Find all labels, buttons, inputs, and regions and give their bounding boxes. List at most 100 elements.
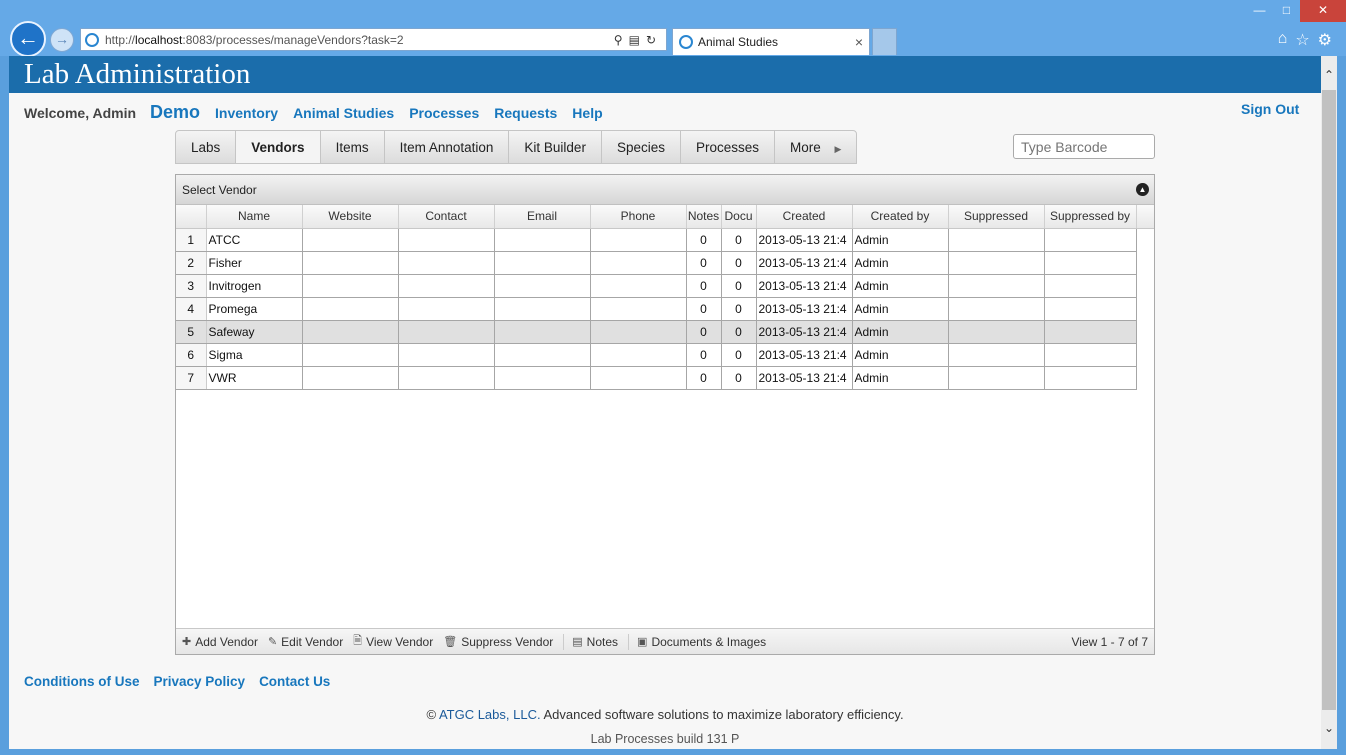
close-tab-icon[interactable]: × — [855, 34, 869, 50]
refresh-icon[interactable]: ↻ — [646, 33, 662, 47]
suppressed-by-cell — [1044, 251, 1137, 275]
footer-contact-link[interactable]: Contact Us — [259, 674, 330, 689]
nav-animal-studies[interactable]: Animal Studies — [293, 105, 394, 121]
docs-count-cell: 0 — [721, 366, 757, 390]
col-name[interactable]: Name — [206, 205, 303, 229]
website-cell — [302, 228, 399, 252]
name-cell: ATCC — [206, 228, 303, 252]
minimize-icon[interactable]: — — [1246, 0, 1273, 22]
favorites-star-icon[interactable]: ☆ — [1295, 30, 1309, 50]
back-button[interactable]: ← — [10, 21, 46, 57]
col-email[interactable]: Email — [494, 205, 591, 229]
suppressed-cell — [948, 366, 1045, 390]
compat-view-icon[interactable]: ▤ — [629, 33, 646, 47]
browser-toolbar-icons: ⌂ ☆ ⚙ — [1278, 30, 1332, 50]
docs-count-cell: 0 — [721, 251, 757, 275]
barcode-input[interactable] — [1013, 134, 1155, 159]
copyright-symbol: © — [426, 707, 437, 722]
brand-demo-link[interactable]: Demo — [150, 102, 200, 123]
notes-button[interactable]: ▤ Notes — [572, 635, 618, 649]
created-by-cell: Admin — [852, 343, 949, 367]
view-vendor-button[interactable]: 🗎 View Vendor — [353, 632, 433, 651]
arrow-right-icon: → — [55, 31, 69, 47]
address-bar[interactable]: http://localhost:8083/processes/manageVe… — [80, 28, 667, 51]
col-phone[interactable]: Phone — [590, 205, 687, 229]
table-row[interactable]: 6 Sigma 0 0 2013-05-13 21:4 Admin — [176, 343, 1154, 367]
suppressed-by-cell — [1044, 274, 1137, 298]
notes-icon: ▤ — [572, 636, 583, 648]
table-row[interactable]: 7 VWR 0 0 2013-05-13 21:4 Admin — [176, 366, 1154, 390]
col-suppressed-by[interactable]: Suppressed by — [1044, 205, 1137, 229]
docs-count-cell: 0 — [721, 343, 757, 367]
search-icon[interactable]: ⚲ — [614, 33, 629, 47]
suppressed-cell — [948, 251, 1045, 275]
footer-conditions-link[interactable]: Conditions of Use — [24, 674, 140, 689]
edit-vendor-button[interactable]: ✎ Edit Vendor — [268, 635, 343, 649]
url-text[interactable]: http://localhost:8083/processes/manageVe… — [105, 33, 614, 47]
tab-kit-builder[interactable]: Kit Builder — [509, 131, 602, 163]
forward-button[interactable]: → — [50, 28, 74, 52]
suppress-vendor-button[interactable]: 🗑 Suppress Vendor — [443, 635, 553, 649]
tab-items[interactable]: Items — [321, 131, 385, 163]
scroll-up-icon[interactable]: ⌃ — [1321, 68, 1337, 82]
table-row[interactable]: 3 Invitrogen 0 0 2013-05-13 21:4 Admin — [176, 274, 1154, 298]
tab-labs[interactable]: Labs — [176, 131, 237, 163]
created-cell: 2013-05-13 21:4 — [756, 228, 853, 252]
close-window-icon[interactable]: ✕ — [1300, 0, 1346, 22]
address-tools[interactable]: ⚲▤↻ — [614, 33, 666, 47]
tab-processes[interactable]: Processes — [681, 131, 775, 163]
row-number-cell: 7 — [176, 366, 207, 390]
table-row[interactable]: 2 Fisher 0 0 2013-05-13 21:4 Admin — [176, 251, 1154, 275]
collapse-toggle-icon[interactable]: ▲ — [1136, 183, 1149, 196]
docs-count-cell: 0 — [721, 274, 757, 298]
add-vendor-button[interactable]: ✚ Add Vendor — [182, 635, 258, 649]
row-number-cell: 2 — [176, 251, 207, 275]
contact-cell — [398, 343, 495, 367]
created-cell: 2013-05-13 21:4 — [756, 251, 853, 275]
nav-processes[interactable]: Processes — [409, 105, 479, 121]
vendor-table: Name Website Contact Email Phone Notes D… — [176, 205, 1154, 390]
company-link[interactable]: ATGC Labs, LLC. — [439, 707, 541, 722]
row-number-cell: 3 — [176, 274, 207, 298]
new-tab-button[interactable] — [872, 28, 897, 55]
scroll-down-icon[interactable]: ⌄ — [1321, 721, 1337, 735]
nav-help[interactable]: Help — [572, 105, 602, 121]
tab-species[interactable]: Species — [602, 131, 681, 163]
col-suppressed[interactable]: Suppressed — [948, 205, 1045, 229]
table-row[interactable]: 4 Promega 0 0 2013-05-13 21:4 Admin — [176, 297, 1154, 321]
table-row[interactable]: 1 ATCC 0 0 2013-05-13 21:4 Admin — [176, 228, 1154, 252]
notes-label: Notes — [586, 634, 619, 649]
nav-inventory[interactable]: Inventory — [215, 105, 278, 121]
browser-tab-active[interactable]: Animal Studies × — [672, 28, 870, 55]
nav-requests[interactable]: Requests — [494, 105, 557, 121]
table-row[interactable]: 5 Safeway 0 0 2013-05-13 21:4 Admin — [176, 320, 1154, 344]
settings-gear-icon[interactable]: ⚙ — [1318, 30, 1332, 50]
documents-images-button[interactable]: ▣ Documents & Images — [637, 635, 766, 649]
scroll-thumb[interactable] — [1322, 90, 1336, 710]
sign-out-link[interactable]: Sign Out — [1241, 101, 1321, 117]
suppressed-cell — [948, 228, 1045, 252]
ie-logo-icon — [85, 32, 99, 47]
docs-count-cell: 0 — [721, 228, 757, 252]
email-cell — [494, 228, 591, 252]
page-scrollbar[interactable]: ⌃ ⌄ — [1321, 56, 1337, 749]
col-docs[interactable]: Docu — [721, 205, 757, 229]
col-contact[interactable]: Contact — [398, 205, 495, 229]
col-scroll-spacer — [1136, 205, 1154, 229]
tab-vendors[interactable]: Vendors — [236, 131, 321, 163]
col-created[interactable]: Created — [756, 205, 853, 229]
home-icon[interactable]: ⌂ — [1278, 30, 1288, 50]
col-created-by[interactable]: Created by — [852, 205, 949, 229]
created-cell: 2013-05-13 21:4 — [756, 274, 853, 298]
created-cell: 2013-05-13 21:4 — [756, 297, 853, 321]
tab-item-annotation[interactable]: Item Annotation — [385, 131, 510, 163]
phone-cell — [590, 320, 687, 344]
tab-more[interactable]: More ▶ — [775, 131, 856, 163]
window-controls: — □ ✕ — [1246, 0, 1346, 22]
col-notes[interactable]: Notes — [686, 205, 722, 229]
footer-privacy-link[interactable]: Privacy Policy — [154, 674, 246, 689]
created-cell: 2013-05-13 21:4 — [756, 320, 853, 344]
col-website[interactable]: Website — [302, 205, 399, 229]
phone-cell — [590, 343, 687, 367]
maximize-icon[interactable]: □ — [1273, 0, 1300, 22]
